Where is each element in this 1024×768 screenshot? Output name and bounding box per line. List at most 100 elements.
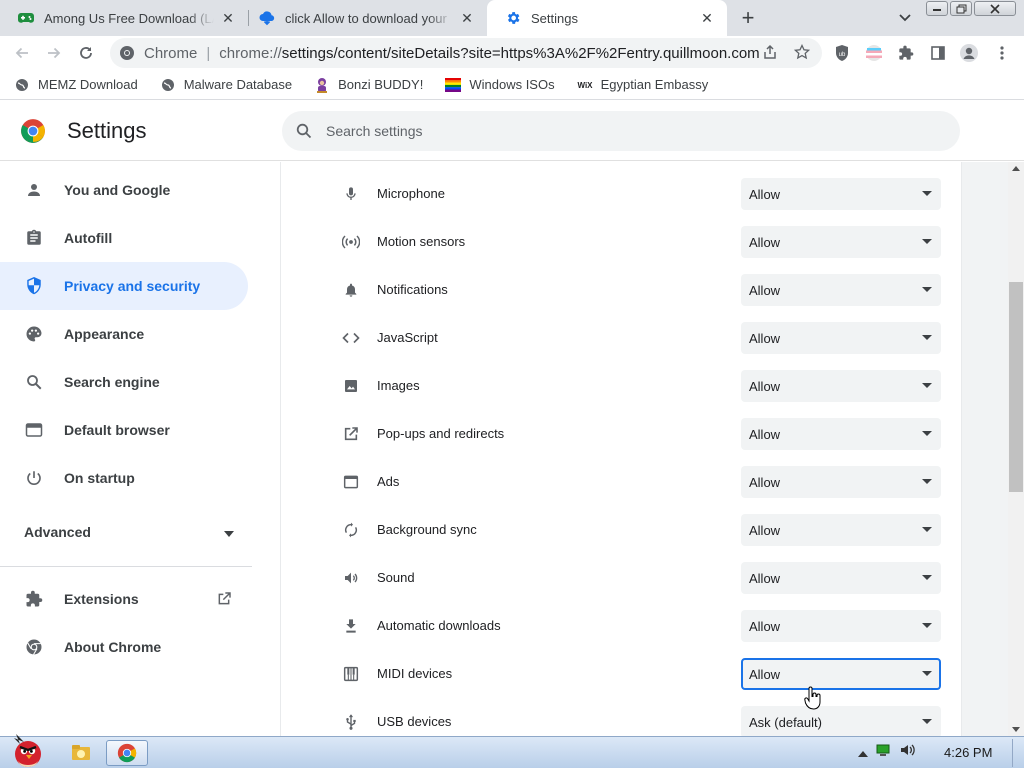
start-button-angry-bird-icon[interactable] [4,731,52,768]
sidebar-item-default-browser[interactable]: Default browser [0,406,248,454]
permission-label: Sound [377,570,415,585]
tab-title: Among Us Free Download (LA [44,10,214,26]
advanced-label: Advanced [24,524,91,540]
forward-button[interactable] [41,40,67,66]
taskbar-chrome-button[interactable] [106,740,148,766]
address-bar[interactable]: Chrome | chrome://settings/content/siteD… [110,38,822,68]
reload-button[interactable] [73,40,99,66]
shield-icon [24,276,44,296]
url-prefix: chrome:// [219,44,282,62]
close-icon[interactable]: ✕ [697,8,717,28]
back-button[interactable] [9,40,35,66]
permission-select[interactable]: Allow [741,514,941,546]
permission-select[interactable]: Allow [741,370,941,402]
rainbow-flag-icon [445,77,462,93]
select-value: Allow [749,282,781,298]
restore-button[interactable] [950,1,972,16]
dropdown-arrow-icon [922,431,932,436]
permission-select[interactable]: Allow [741,322,941,354]
ublock-icon[interactable]: ub [831,42,853,64]
bookmark-windows-isos[interactable]: Windows ISOs [445,77,555,93]
minimize-button[interactable] [926,1,948,16]
sidebar-advanced-toggle[interactable]: Advanced [24,524,234,540]
permission-select[interactable]: Ask (default) [741,706,941,736]
new-tab-button[interactable]: + [736,5,760,30]
dropdown-arrow-icon [922,287,932,292]
taskbar-clock[interactable]: 4:26 PM [944,745,992,760]
sidebar-item-autofill[interactable]: Autofill [0,214,248,262]
close-icon[interactable]: ✕ [457,8,477,28]
search-input[interactable] [326,123,926,139]
permission-select[interactable]: Allow [741,658,941,690]
pride-extension-icon[interactable] [863,42,885,64]
extensions-puzzle-icon[interactable] [895,42,917,64]
tab-download[interactable]: click Allow to download your ✕ [241,0,487,36]
dropdown-arrow-icon [922,479,932,484]
permission-label: Microphone [377,186,445,201]
open-in-new-icon [341,424,361,444]
bookmark-star-icon[interactable] [792,42,812,62]
permission-label: USB devices [377,714,452,729]
svg-text:ub: ub [839,52,846,58]
close-window-button[interactable] [974,1,1016,16]
browser-icon [24,420,44,440]
bookmark-malware-database[interactable]: Malware Database [160,77,292,93]
settings-search[interactable] [282,111,960,151]
volume-icon[interactable] [900,743,916,762]
sidebar-item-you-and-google[interactable]: You and Google [0,166,248,214]
permission-select[interactable]: Allow [741,610,941,642]
profile-avatar-icon[interactable] [958,42,980,64]
scrollbar-thumb[interactable] [1009,282,1023,492]
sidebar-item-label: Search engine [64,374,160,390]
menu-kebab-icon[interactable] [991,42,1013,64]
sidebar-item-search-engine[interactable]: Search engine [0,358,248,406]
scroll-down-arrow-icon[interactable] [1012,727,1020,732]
bookmark-bonzi-buddy[interactable]: Bonzi BUDDY! [314,77,423,93]
permission-select[interactable]: Allow [741,562,941,594]
speaker-icon [341,568,361,588]
permission-row-microphone: Microphone Allow [281,170,961,218]
settings-header: Settings [0,101,1024,161]
bookmark-label: Malware Database [183,77,293,92]
bookmark-memz[interactable]: MEMZ Download [14,77,138,93]
permission-select[interactable]: Allow [741,178,941,210]
person-icon [24,180,44,200]
dropdown-arrow-icon [922,671,932,676]
tab-settings[interactable]: Settings ✕ [487,0,727,36]
sync-icon [341,520,361,540]
sidebar-item-about-chrome[interactable]: About Chrome [0,623,248,671]
permission-row-automatic-downloads: Automatic downloads Allow [281,602,961,650]
bookmark-egyptian-embassy[interactable]: WiX Egyptian Embassy [577,77,708,93]
side-panel-icon[interactable] [927,42,949,64]
piano-icon [341,664,361,684]
tab-among-us[interactable]: Among Us Free Download (LA ✕ [0,0,248,36]
scroll-up-arrow-icon[interactable] [1012,166,1020,171]
tab-search-icon[interactable] [894,7,916,29]
explorer-folder-icon[interactable] [68,740,94,766]
show-desktop-button[interactable] [1012,739,1024,767]
permission-row-popups: Pop-ups and redirects Allow [281,410,961,458]
sidebar-item-extensions[interactable]: Extensions [0,575,248,623]
ads-window-icon [341,472,361,492]
network-icon[interactable] [876,743,892,762]
share-icon[interactable] [760,42,780,62]
sidebar-item-label: You and Google [64,182,171,198]
tab-title: click Allow to download your [285,10,447,26]
select-value: Allow [749,186,781,202]
permission-select[interactable]: Allow [741,418,941,450]
site-chip: Chrome [144,44,198,62]
usb-icon [341,712,361,732]
permission-select[interactable]: Allow [741,226,941,258]
page-scrollbar[interactable] [1008,162,1024,736]
permission-select[interactable]: Allow [741,274,941,306]
select-value: Allow [749,618,781,634]
sidebar-item-privacy-and-security[interactable]: Privacy and security [0,262,248,310]
permission-label: JavaScript [377,330,438,345]
select-value: Allow [749,330,781,346]
sidebar-item-on-startup[interactable]: On startup [0,454,248,502]
permission-row-images: Images Allow [281,362,961,410]
sidebar-item-appearance[interactable]: Appearance [0,310,248,358]
show-hidden-icons-icon[interactable] [858,744,868,762]
close-icon[interactable]: ✕ [218,8,238,28]
permission-select[interactable]: Allow [741,466,941,498]
